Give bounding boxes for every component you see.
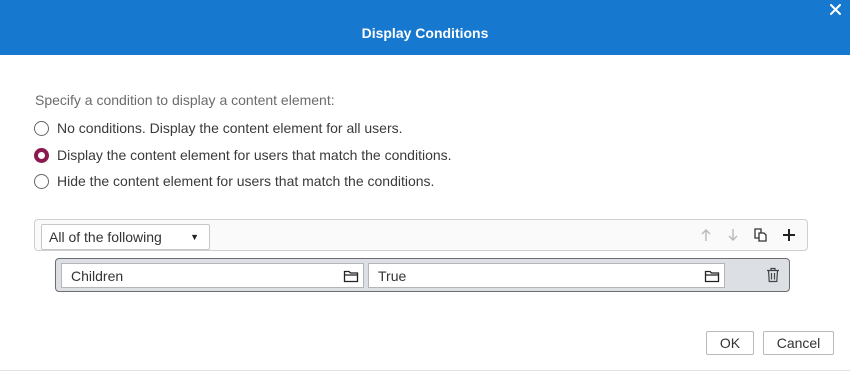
match-mode-dropdown[interactable]: All of the following ▼ [41, 224, 210, 250]
option-hide-matching[interactable]: Hide the content element for users that … [34, 173, 434, 189]
plus-icon[interactable] [780, 226, 798, 244]
dialog-titlebar: Display Conditions [0, 0, 850, 55]
radio-hide-matching[interactable] [34, 173, 49, 189]
match-mode-value: All of the following [49, 229, 162, 245]
ok-button[interactable]: OK [706, 331, 754, 355]
option-label: Hide the content element for users that … [57, 173, 435, 189]
rule-right-value: True [378, 267, 407, 284]
folder-icon[interactable] [343, 268, 359, 284]
cancel-button[interactable]: Cancel [763, 331, 834, 355]
arrow-down-icon[interactable] [724, 226, 742, 244]
caret-down-icon: ▼ [190, 232, 199, 242]
condition-rule-row: Children True [55, 258, 790, 292]
trash-icon[interactable] [766, 267, 780, 283]
rule-right-field[interactable]: True [368, 263, 725, 288]
option-no-conditions[interactable]: No conditions. Display the content eleme… [34, 120, 403, 136]
radio-no-conditions[interactable] [34, 120, 49, 136]
option-label: Display the content element for users th… [57, 147, 452, 163]
radio-display-matching[interactable] [34, 147, 49, 163]
folder-icon[interactable] [704, 268, 720, 284]
rule-left-field[interactable]: Children [61, 263, 364, 288]
copy-icon[interactable] [752, 226, 770, 244]
condition-prompt: Specify a condition to display a content… [35, 92, 335, 108]
condition-group-panel: All of the following ▼ [34, 219, 808, 251]
option-display-matching[interactable]: Display the content element for users th… [34, 147, 452, 163]
close-icon[interactable] [826, 0, 844, 18]
divider [0, 370, 850, 371]
rule-left-value: Children [71, 267, 124, 284]
option-label: No conditions. Display the content eleme… [57, 120, 403, 136]
dialog-title: Display Conditions [361, 24, 489, 41]
arrow-up-icon[interactable] [697, 226, 715, 244]
